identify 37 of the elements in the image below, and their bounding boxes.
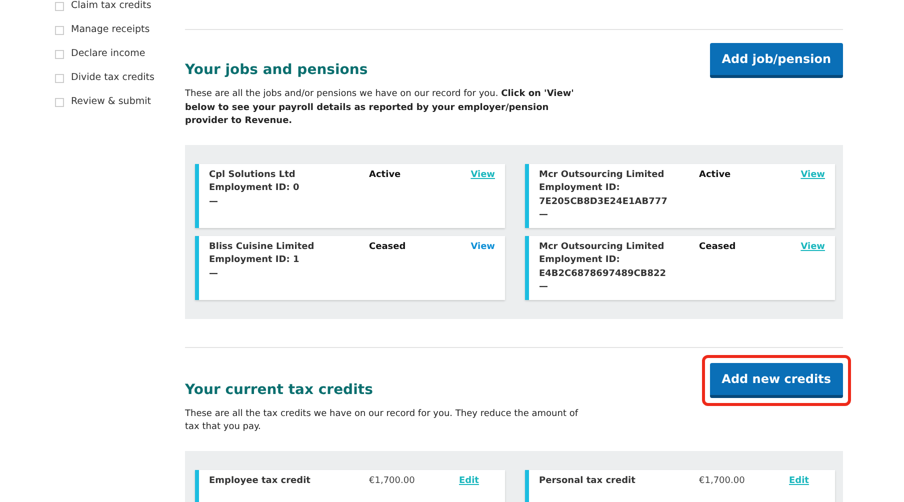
sidebar-item[interactable]: Claim tax credits: [71, 0, 152, 14]
credit-name: Employee tax credit: [209, 474, 312, 488]
checkbox[interactable]: [55, 98, 64, 106]
employment-id: Employment ID: 7E205CB8D3E24E1AB777: [539, 182, 668, 208]
section-title: Your current tax credits: [185, 382, 373, 398]
employer-name: Cpl Solutions Ltd: [209, 168, 296, 182]
intro-text: These are all the tax credits we have on our record for you. They reduce the amount of tax that you pay.: [185, 408, 580, 434]
add-job-button[interactable]: Add job/pension: [710, 43, 843, 78]
add-credits-button[interactable]: Add new credits: [710, 362, 843, 398]
checkbox[interactable]: [55, 50, 64, 58]
status-text: Active: [369, 168, 402, 182]
dash-text: —: [209, 196, 219, 208]
employment-id: Employment ID: 0: [209, 182, 300, 195]
sidebar-item[interactable]: Declare income: [71, 46, 146, 62]
checkbox[interactable]: [55, 2, 64, 10]
section-title: Your jobs and pensions: [185, 62, 368, 79]
dash-text: —: [209, 268, 219, 280]
intro-text: These are all the jobs and/or pensions we have on our record for you. Click on 'View' below to see your payroll details as reported by your employer/pension provider to Revenue.: [185, 88, 575, 128]
dash-text: —: [539, 209, 549, 222]
employment-id: Employment ID: E4B2C6878697489CB822: [539, 254, 668, 280]
dash-text: —: [539, 281, 549, 294]
credit-amount: €1,700.00: [699, 474, 746, 488]
checkbox[interactable]: [55, 26, 64, 34]
credit-amount: €1,700.00: [369, 474, 416, 488]
employment-id: Employment ID: 1: [209, 254, 300, 267]
checkbox[interactable]: [55, 74, 64, 82]
credit-name: Personal tax credit: [539, 474, 636, 488]
sidebar-item[interactable]: Manage receipts: [71, 22, 150, 38]
employer-name: Mcr Outsourcing Limited: [539, 240, 666, 254]
employer-name: Mcr Outsourcing Limited: [539, 168, 666, 182]
status-text: Ceased: [699, 240, 737, 254]
status-text: Active: [699, 168, 732, 182]
sidebar-item[interactable]: Review & submit: [71, 94, 151, 110]
sidebar-item[interactable]: Divide tax credits: [71, 70, 154, 86]
employer-name: Bliss Cuisine Limited: [209, 240, 316, 254]
view-link[interactable]: View: [470, 242, 495, 252]
status-text: Ceased: [369, 240, 407, 254]
